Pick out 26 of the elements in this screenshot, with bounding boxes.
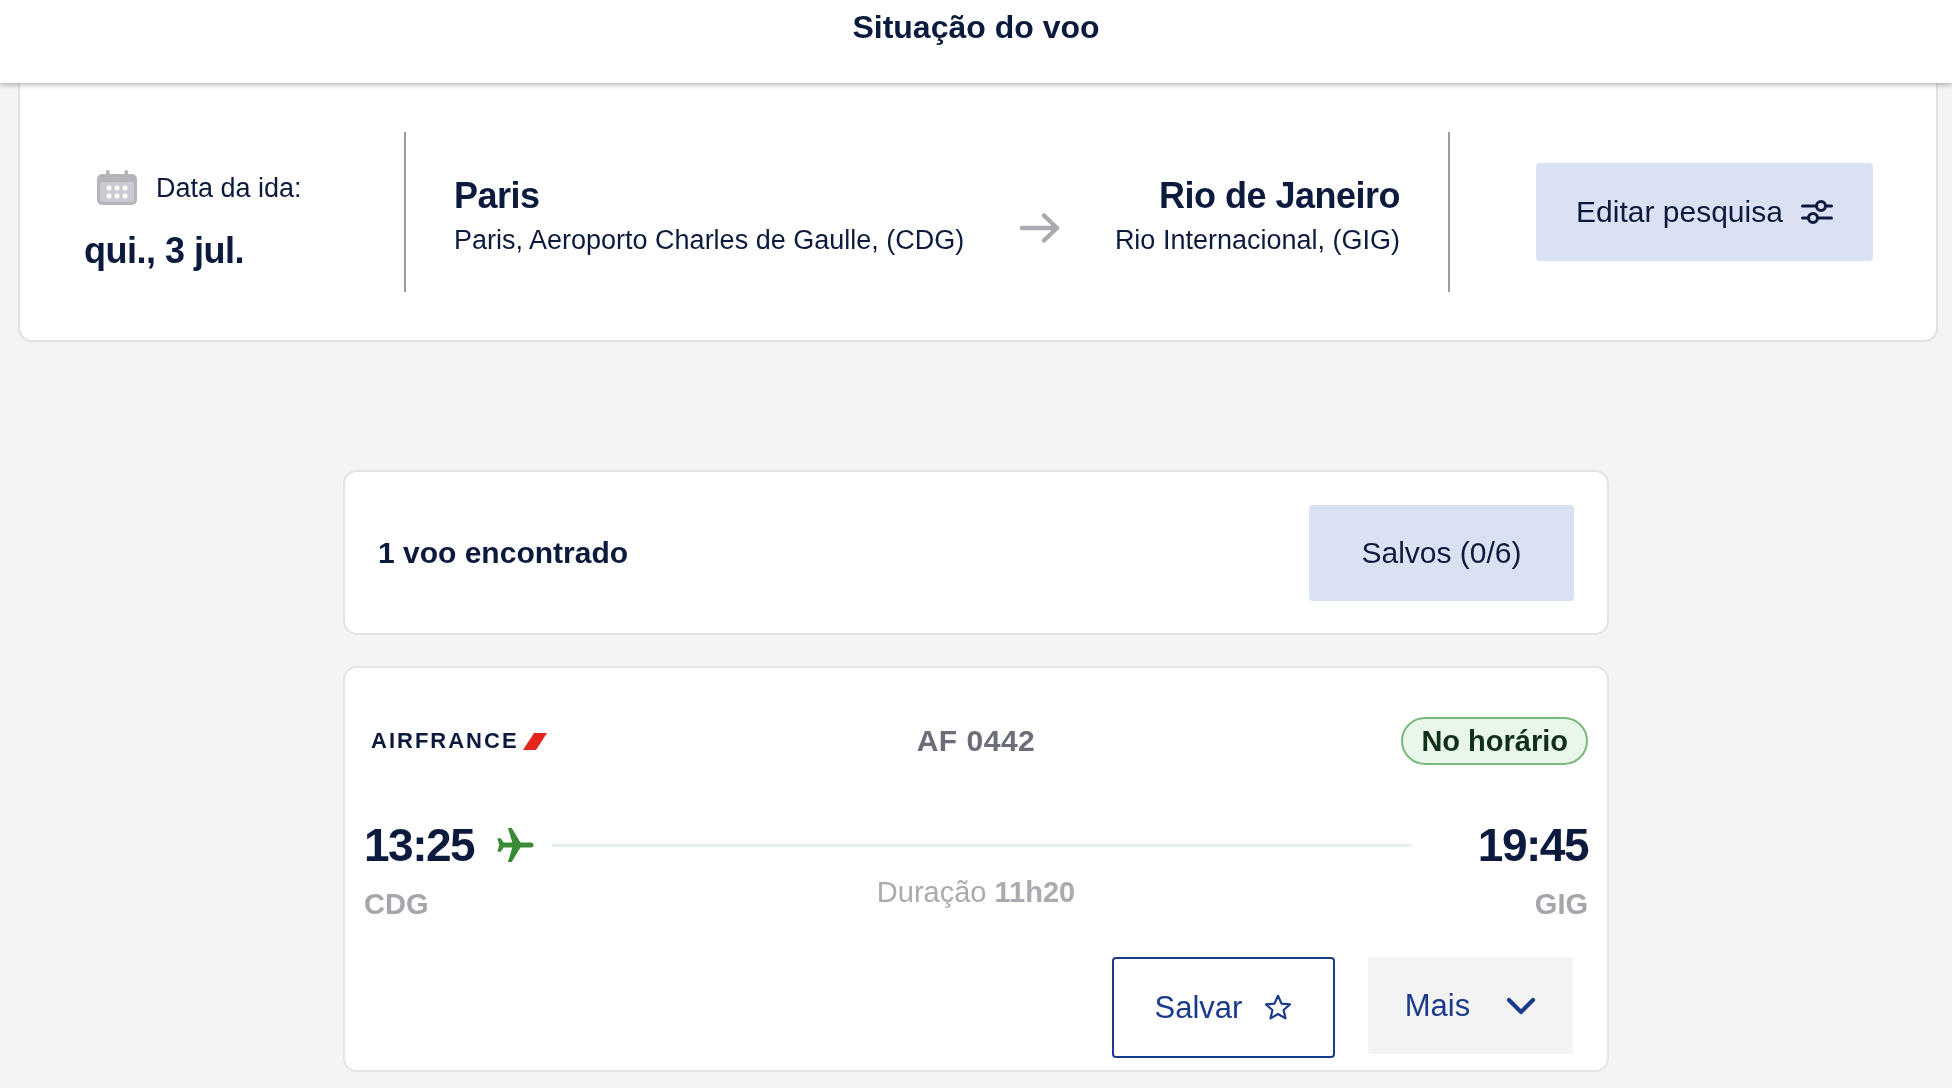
edit-search-button[interactable]: Editar pesquisa xyxy=(1536,162,1873,261)
departure-time: 13:25 xyxy=(364,818,475,873)
airline-logo: AIRFRANCE xyxy=(371,729,519,753)
date-label: Data da ida: xyxy=(156,171,302,205)
origin-airport: Paris, Aeroporto Charles de Gaulle, (CDG) xyxy=(454,223,965,257)
destination-airport: Rio Internacional, (GIG) xyxy=(1114,223,1400,257)
airplane-icon xyxy=(496,828,536,862)
departure-airport-code: CDG xyxy=(364,887,430,921)
departure-date: qui., 3 jul. xyxy=(84,229,245,272)
origin-city: Paris xyxy=(454,174,541,217)
duration-text: Duração 11h20 xyxy=(876,875,1076,909)
arrow-icon xyxy=(1018,211,1061,244)
sliders-icon xyxy=(1800,198,1833,225)
results-count: 1 voo encontrado xyxy=(378,535,629,570)
more-button[interactable]: Mais xyxy=(1368,957,1573,1054)
chevron-down-icon xyxy=(1506,996,1537,1015)
page-title: Situação do voo xyxy=(852,8,1100,46)
flight-number: AF 0442 xyxy=(916,724,1036,758)
arrival-airport-code: GIG xyxy=(1534,887,1588,921)
calendar-icon xyxy=(96,169,138,206)
destination-city: Rio de Janeiro xyxy=(1158,174,1400,217)
arrival-time: 19:45 xyxy=(1477,818,1588,873)
stripe-icon xyxy=(522,732,547,750)
status-badge: No horário xyxy=(1401,717,1588,765)
saved-flights-button[interactable]: Salvos (0/6) xyxy=(1309,504,1574,601)
save-button[interactable]: Salvar xyxy=(1112,957,1335,1058)
